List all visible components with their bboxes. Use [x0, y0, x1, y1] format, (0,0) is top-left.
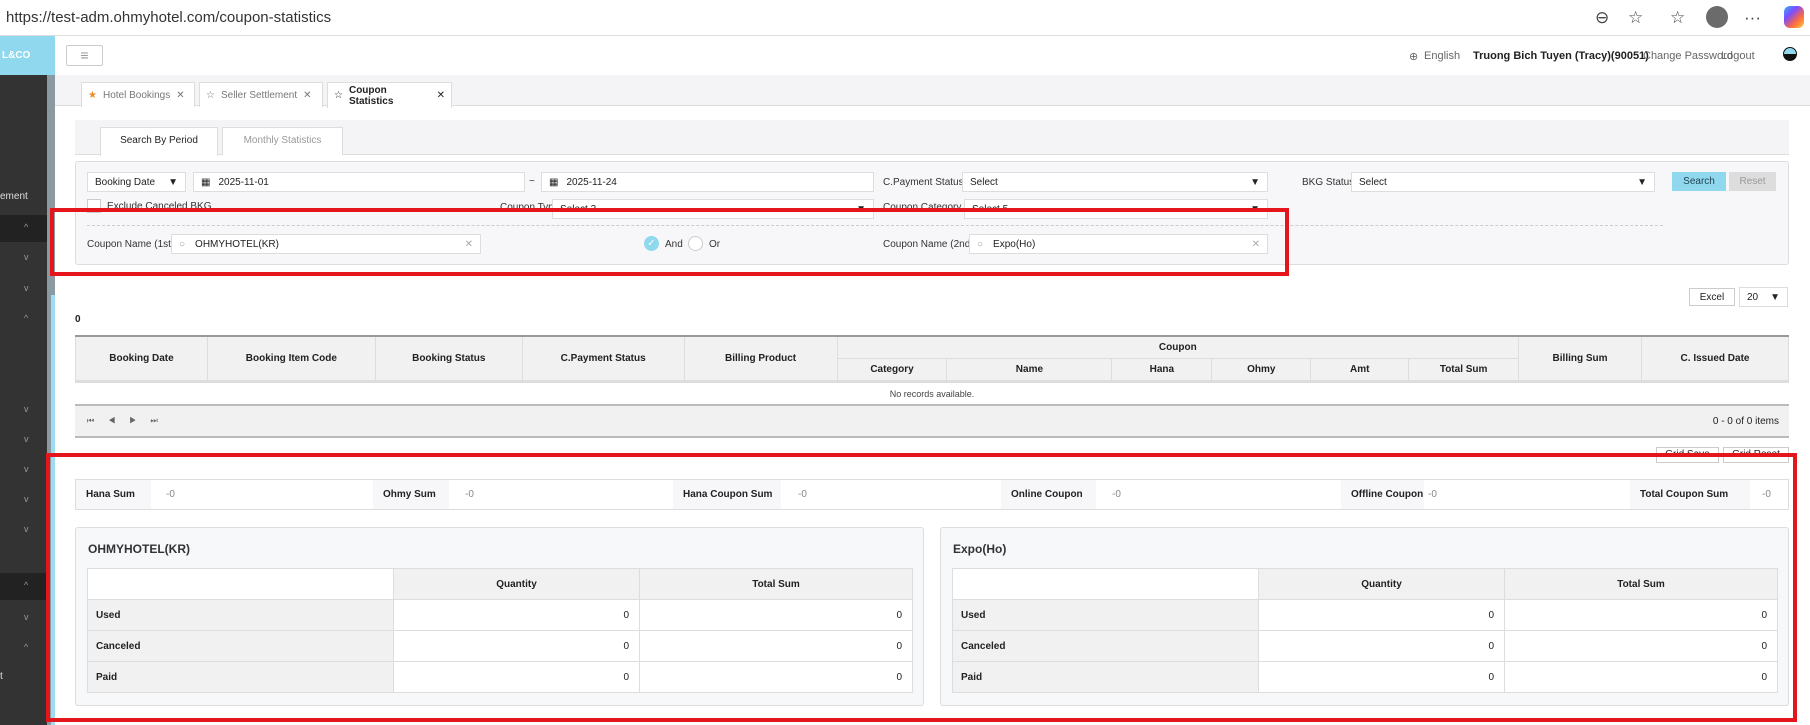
chevron-down-icon[interactable]: v — [24, 404, 29, 414]
chevron-up-icon[interactable]: ^ — [24, 580, 28, 590]
page-size-select[interactable]: 20 ▼ — [1739, 287, 1788, 307]
date-to-input[interactable]: ▦ 2025-11-24 — [541, 172, 874, 192]
chevron-down-icon[interactable]: v — [24, 612, 29, 622]
tab-label: Hotel Bookings — [102, 89, 171, 101]
tab-label: Coupon Statistics — [348, 84, 394, 107]
date-from-input[interactable]: ▦ 2025-11-01 — [193, 172, 525, 192]
dropdown-arrow-icon: ▼ — [1250, 176, 1260, 188]
chevron-down-icon[interactable]: v — [24, 283, 29, 293]
date-from-value: 2025-11-01 — [218, 176, 269, 188]
col-coupon-name[interactable]: Name — [946, 357, 1113, 381]
dropdown-arrow-icon: ▼ — [168, 176, 178, 188]
star-outline-icon: ☆ — [206, 89, 215, 101]
date-type-select[interactable]: Booking Date ▼ — [87, 172, 186, 192]
col-booking-status[interactable]: Booking Status — [374, 335, 523, 381]
search-button[interactable]: Search — [1672, 172, 1726, 191]
url-field[interactable]: https://test-adm.ohmyhotel.com/coupon-st… — [6, 9, 331, 26]
first-page-icon[interactable]: ⏮ — [87, 416, 108, 425]
more-menu-icon[interactable]: ··· — [1744, 8, 1761, 28]
logout-link[interactable]: Logout — [1721, 50, 1755, 62]
profile-avatar[interactable] — [1706, 6, 1728, 28]
col-billing-product[interactable]: Billing Product — [683, 335, 838, 381]
copilot-icon[interactable] — [1784, 6, 1804, 28]
chevron-down-icon[interactable]: v — [24, 464, 29, 474]
result-count: 0 — [75, 314, 81, 325]
globe-icon: ⊕ — [1409, 51, 1419, 63]
col-booking-date[interactable]: Booking Date — [75, 335, 208, 381]
highlight-box-coupon-names — [50, 208, 1289, 276]
change-password-link[interactable]: Change Password — [1643, 50, 1733, 62]
chevron-up-icon[interactable]: ^ — [24, 313, 28, 323]
logo: L&CO — [0, 36, 55, 75]
cpayment-status-select[interactable]: Select ▼ — [962, 172, 1268, 192]
excel-button[interactable]: Excel — [1689, 288, 1735, 306]
select-value: Select — [970, 176, 998, 188]
tab-label: Seller Settlement — [220, 89, 298, 101]
chevron-down-icon[interactable]: v — [24, 524, 29, 534]
dropdown-arrow-icon: ▼ — [1770, 291, 1780, 303]
col-hana[interactable]: Hana — [1111, 357, 1213, 381]
select-value: Select — [1359, 176, 1387, 188]
tab-seller-settlement[interactable]: ☆ Seller Settlement ✕ — [199, 82, 323, 107]
theme-toggle-icon[interactable] — [1783, 47, 1797, 61]
sidebar-item-label[interactable]: ement — [0, 191, 28, 202]
cpayment-status-label: C.Payment Status — [883, 177, 964, 188]
next-page-icon[interactable]: ▶ — [129, 416, 150, 425]
subtab-monthly-statistics[interactable]: Monthly Statistics — [222, 127, 343, 155]
col-booking-item-code[interactable]: Booking Item Code — [206, 335, 376, 381]
pager-info: 0 - 0 of 0 items — [1712, 416, 1779, 427]
dropdown-arrow-icon: ▼ — [1637, 176, 1647, 188]
reset-button[interactable]: Reset — [1729, 172, 1776, 191]
favorite-star-icon[interactable]: ☆ — [1628, 8, 1643, 28]
star-filled-icon: ★ — [88, 89, 97, 101]
chevron-up-icon[interactable]: ^ — [24, 222, 28, 232]
chevron-down-icon[interactable]: v — [24, 252, 29, 262]
col-total-sum[interactable]: Total Sum — [1408, 357, 1520, 381]
col-ohmy[interactable]: Ohmy — [1211, 357, 1312, 381]
favorites-list-icon[interactable]: ☆ — [1670, 8, 1685, 28]
tab-coupon-statistics[interactable]: ☆ Coupon Statistics ✕ — [327, 82, 452, 108]
empty-message: No records available. — [75, 381, 1789, 404]
results-table: Booking Date Booking Item Code Booking S… — [75, 335, 1789, 381]
col-amt[interactable]: Amt — [1310, 357, 1410, 381]
close-icon[interactable]: ✕ — [176, 90, 184, 101]
pager: ⏮◀▶⏭ 0 - 0 of 0 items — [75, 404, 1789, 438]
col-coupon-category[interactable]: Category — [836, 357, 948, 381]
col-group-coupon: Coupon — [836, 335, 1520, 359]
date-separator: ~ — [529, 176, 535, 187]
zoom-out-icon[interactable]: ⊖ — [1595, 8, 1609, 28]
pager-nav: ⏮◀▶⏭ — [87, 416, 172, 426]
bkg-status-label: BKG Status — [1302, 177, 1355, 188]
star-outline-icon: ☆ — [334, 90, 343, 101]
chevron-down-icon[interactable]: v — [24, 434, 29, 444]
calendar-icon[interactable]: ▦ — [201, 177, 210, 188]
subtab-search-by-period[interactable]: Search By Period — [100, 127, 218, 156]
col-issued-date[interactable]: C. Issued Date — [1641, 335, 1789, 381]
close-icon[interactable]: ✕ — [303, 90, 311, 101]
date-to-value: 2025-11-24 — [566, 176, 617, 188]
language-selector[interactable]: English — [1424, 50, 1460, 62]
date-type-value: Booking Date — [95, 176, 156, 188]
chevron-up-icon[interactable]: ^ — [24, 642, 28, 652]
bkg-status-select[interactable]: Select ▼ — [1351, 172, 1655, 192]
col-cpayment-status[interactable]: C.Payment Status — [521, 335, 685, 381]
prev-page-icon[interactable]: ◀ — [108, 416, 129, 425]
highlight-box-summary — [46, 453, 1797, 722]
calendar-icon[interactable]: ▦ — [549, 177, 558, 188]
last-page-icon[interactable]: ⏭ — [150, 416, 171, 425]
sidebar-item-label[interactable]: t — [0, 671, 3, 682]
col-billing-sum[interactable]: Billing Sum — [1518, 335, 1643, 381]
chevron-down-icon[interactable]: v — [24, 494, 29, 504]
menu-toggle-button[interactable]: ≡ — [66, 45, 103, 66]
tab-hotel-bookings[interactable]: ★ Hotel Bookings ✕ — [81, 82, 195, 107]
user-name: Truong Bich Tuyen (Tracy)(90051) — [1473, 50, 1649, 62]
select-value: 20 — [1747, 291, 1759, 303]
close-icon[interactable]: ✕ — [437, 90, 445, 101]
